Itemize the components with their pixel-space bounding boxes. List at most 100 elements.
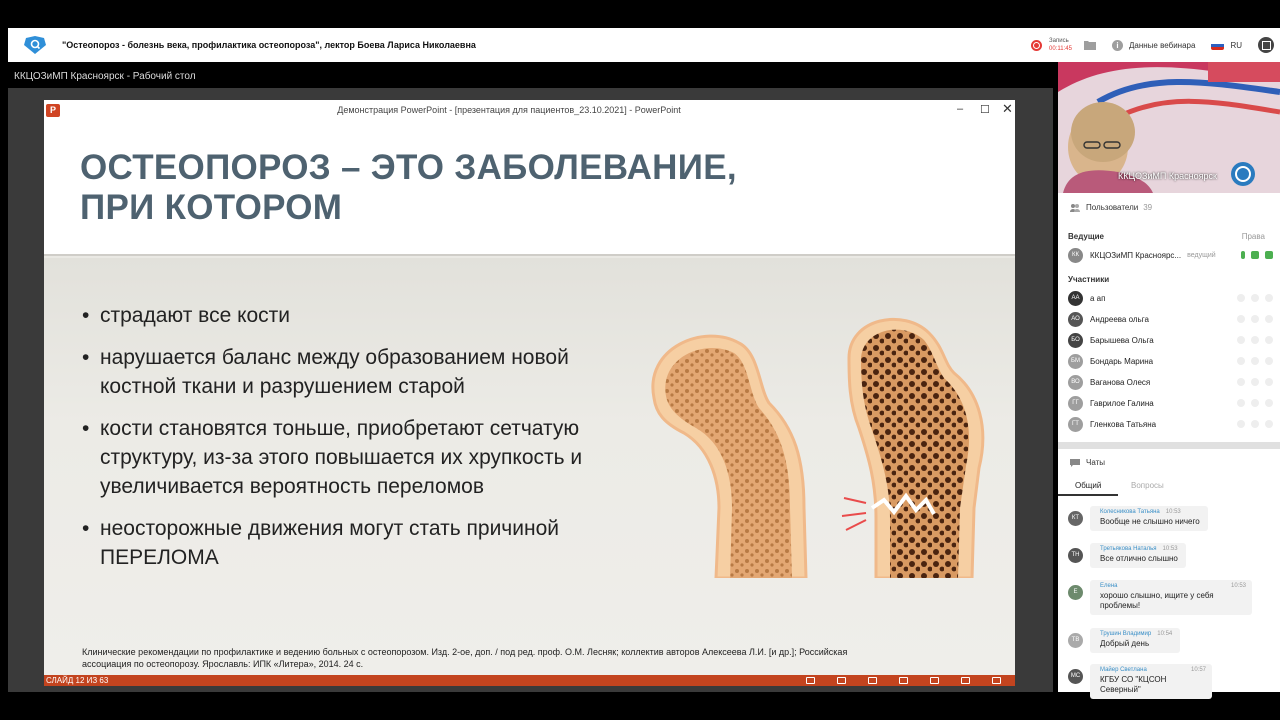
record-indicator[interactable]: Запись 00:11:45 (1031, 37, 1072, 53)
desktop-label: ККЦОЗиМП Красноярск - Рабочий стол (14, 71, 196, 82)
bullet-item: страдают все кости (82, 301, 642, 330)
host-permissions[interactable] (1235, 251, 1273, 259)
active-tab-indicator (1058, 494, 1118, 496)
hosts-label: Ведущие (1068, 232, 1104, 241)
avatar: АО (1068, 311, 1083, 327)
participant-name: Гаврилое Галина (1090, 398, 1154, 408)
rights-label: Права (1241, 232, 1265, 241)
message-time: 10:54 (1157, 631, 1173, 637)
bone-illustration (651, 317, 985, 578)
avatar: КТ (1068, 511, 1083, 526)
participant-permissions[interactable] (1231, 294, 1273, 302)
reading-view-icon[interactable] (961, 677, 970, 684)
users-title: Пользователи (1086, 203, 1139, 212)
info-icon: i (1111, 39, 1123, 51)
bullet-item: кости становятся тоньше, приобретают сет… (82, 414, 642, 501)
participant-permissions[interactable] (1231, 357, 1273, 365)
slide-title-line2: ПРИ КОТОРОМ (80, 188, 343, 227)
message-author: Третьякова Наталья (1100, 546, 1157, 552)
participant-row[interactable]: ГГ Гаврилое Галина (1068, 393, 1273, 413)
osteoporotic-bone (841, 317, 985, 578)
participant-permissions[interactable] (1231, 399, 1273, 407)
minimize-icon[interactable]: – (957, 103, 963, 115)
slide-reference: Клинические рекомендации по профилактике… (82, 647, 848, 669)
participant-permissions[interactable] (1231, 336, 1273, 344)
tab-questions[interactable]: Вопросы (1131, 481, 1164, 490)
camera-icon[interactable] (1251, 251, 1259, 259)
close-icon[interactable]: ✕ (1002, 101, 1013, 117)
avatar: БМ (1068, 353, 1083, 369)
normal-view-icon[interactable] (899, 677, 908, 684)
webinar-data-button[interactable]: i Данные вебинара (1111, 39, 1195, 51)
chat-title: Чаты (1086, 458, 1106, 467)
users-header[interactable]: Пользователи 39 (1058, 203, 1280, 212)
language-selector[interactable]: RU (1211, 40, 1242, 50)
users-count: 39 (1143, 203, 1153, 212)
grid-view-icon[interactable] (930, 677, 939, 684)
message-text: Добрый день (1100, 639, 1150, 648)
ppt-titlebar: P Демонстрация PowerPoint - [презентация… (44, 100, 1015, 122)
participant-row[interactable]: ВО Ваганова Олеся (1068, 372, 1273, 392)
next-slide-icon[interactable] (868, 677, 877, 684)
message-author: Трушин Владимир (1100, 631, 1152, 637)
screen: "Остеопороз - болезнь века, профилактика… (0, 0, 1280, 720)
participant-name: Гленкова Татьяна (1090, 419, 1157, 429)
message-time: 10:53 (1165, 509, 1181, 515)
participant-permissions[interactable] (1231, 378, 1273, 386)
bullet-item: нарушается баланс между образованием нов… (82, 343, 642, 401)
screen-icon[interactable] (1265, 251, 1273, 259)
message-author: Колесникова Татьяна (1100, 509, 1160, 515)
message-time: 10:53 (1162, 546, 1178, 552)
tab-general[interactable]: Общий (1075, 481, 1101, 490)
avatar: ГТ (1068, 416, 1083, 432)
participant-name: Андреева ольга (1090, 314, 1149, 324)
slideshow-icon[interactable] (992, 677, 1001, 684)
avatar: МС (1068, 669, 1083, 684)
participant-name: Барышева Ольга (1090, 335, 1154, 345)
slide-body: страдают все кости нарушается баланс меж… (44, 258, 1015, 675)
message-time: 10:57 (1190, 667, 1206, 673)
chat-icon (1070, 458, 1080, 467)
participant-name: Ваганова Олеся (1090, 377, 1151, 387)
avatar: ТН (1068, 548, 1083, 563)
participant-permissions[interactable] (1231, 420, 1273, 428)
participants-label: Участники (1068, 275, 1110, 284)
avatar: Е (1068, 585, 1083, 600)
host-role: ведущий (1187, 251, 1216, 259)
message-text: КГБУ СО "КЦСОН Северный" (1100, 675, 1167, 694)
message-text: Вообще не слышно ничего (1100, 517, 1200, 526)
participant-row[interactable]: ГТ Гленкова Татьяна (1068, 414, 1273, 434)
host-name: ККЦОЗиМП Красноярс... (1090, 250, 1182, 260)
slide-counter: СЛАЙД 12 ИЗ 63 (46, 676, 109, 685)
mic-icon[interactable] (1241, 251, 1245, 259)
maximize-icon[interactable]: ☐ (980, 103, 990, 116)
message-text: хорошо слышно, ищите у себя проблемы! (1100, 591, 1214, 610)
chat-header[interactable]: Чаты (1058, 458, 1280, 467)
participant-permissions[interactable] (1231, 315, 1273, 323)
participant-row[interactable]: БО Барышева Ольга (1068, 330, 1273, 350)
prev-slide-icon[interactable] (806, 677, 815, 684)
russia-flag-icon (1211, 40, 1225, 50)
host-row[interactable]: КК ККЦОЗиМП Красноярс... ведущий (1068, 245, 1273, 265)
participant-name: Бондарь Марина (1090, 356, 1154, 366)
participant-row[interactable]: АА а ап (1068, 288, 1273, 308)
message-time: 10:53 (1230, 583, 1246, 589)
video-label: ККЦОЗиМП Красноярск (1118, 171, 1217, 181)
participant-row[interactable]: АО Андреева ольга (1068, 309, 1273, 329)
panel-divider[interactable] (1058, 442, 1280, 449)
webinar-title: "Остеопороз - болезнь века, профилактика… (62, 40, 476, 50)
record-time: 00:11:45 (1049, 46, 1072, 52)
healthy-bone (651, 334, 808, 578)
right-panel: ККЦОЗиМП Красноярск Пользователи 39 Веду… (1058, 62, 1280, 699)
app-logo-icon (24, 36, 46, 54)
avatar: ТВ (1068, 633, 1083, 648)
record-label: Запись (1049, 38, 1069, 44)
participant-row[interactable]: БМ Бондарь Марина (1068, 351, 1273, 371)
avatar: АА (1068, 290, 1083, 306)
slide: ОСТЕОПОРОЗ – ЭТО ЗАБОЛЕВАНИЕ, ПРИ КОТОРО… (44, 122, 1015, 675)
language-label: RU (1230, 40, 1242, 50)
fullscreen-icon[interactable] (1258, 37, 1274, 53)
powerpoint-window: P Демонстрация PowerPoint - [презентация… (44, 100, 1015, 686)
folder-icon[interactable] (1083, 40, 1096, 50)
notes-icon[interactable] (837, 677, 846, 684)
